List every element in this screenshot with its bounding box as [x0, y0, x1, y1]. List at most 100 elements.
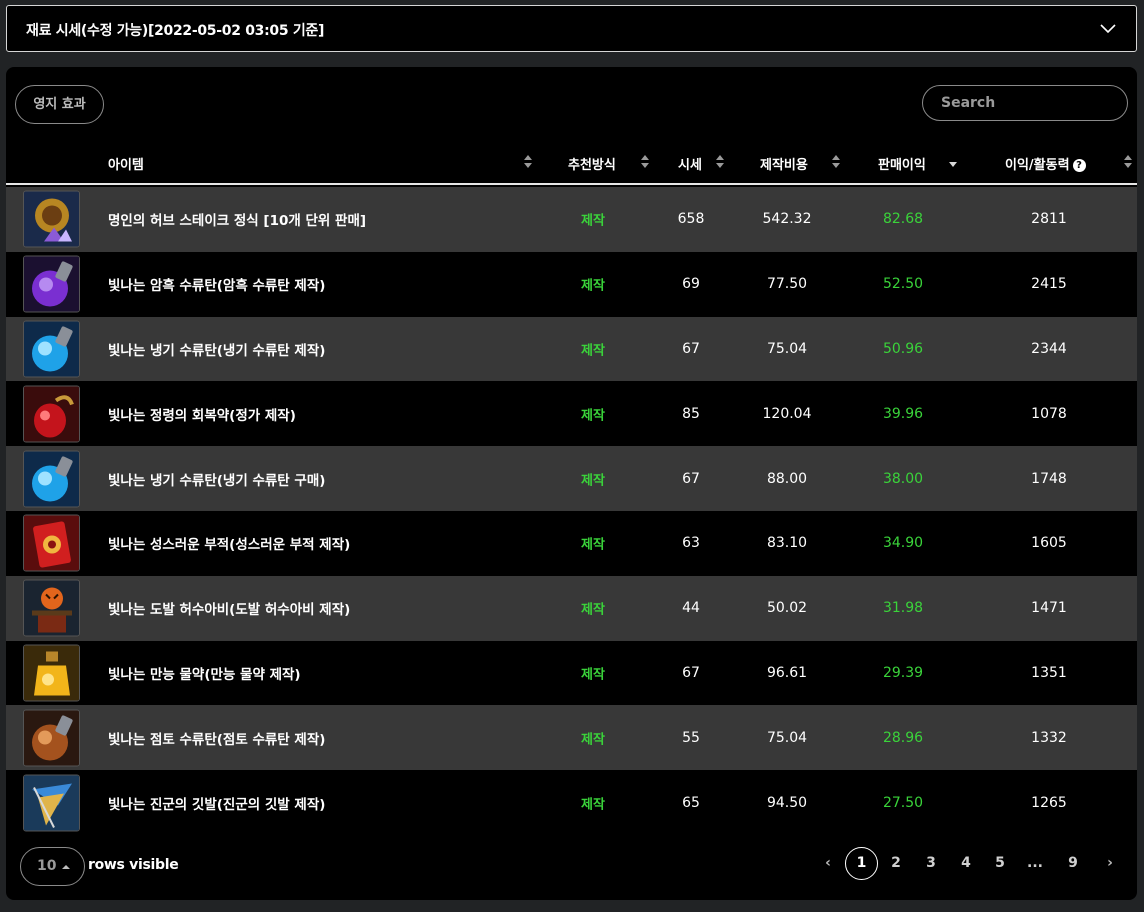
page-button-3[interactable]: 3 — [921, 847, 941, 879]
herb-steak-icon — [23, 190, 80, 248]
method-value: 제작 — [581, 213, 605, 229]
frost-grenade-icon — [23, 450, 80, 508]
ratio-value: 1351 — [1031, 664, 1067, 681]
column-header-ratio[interactable]: 이익/활동력? — [1005, 154, 1086, 173]
panacea-icon — [23, 644, 80, 702]
profit-value: 52.50 — [882, 276, 924, 293]
table-header: 아이템 추천방식 시세 제작비용 판매이익 이익/활동력? — [6, 145, 1137, 185]
price-value: 85 — [682, 405, 700, 422]
scarecrow-icon — [23, 579, 80, 637]
page-ellipsis[interactable]: ... — [1022, 847, 1048, 879]
ratio-value: 2344 — [1031, 340, 1067, 357]
item-name: 빛나는 점토 수류탄(점토 수류탄 제작) — [108, 731, 326, 748]
method-value: 제작 — [581, 408, 605, 424]
ratio-value: 2415 — [1031, 276, 1067, 293]
price-value: 67 — [682, 340, 700, 357]
ratio-value: 1748 — [1031, 470, 1067, 487]
search-input[interactable] — [922, 85, 1128, 121]
profit-value: 28.96 — [882, 729, 924, 746]
price-value: 65 — [682, 794, 700, 811]
table-row[interactable]: 빛나는 암흑 수류탄(암흑 수류탄 제작) 제작 69 77.50 52.50 … — [6, 251, 1137, 317]
sort-desc-icon[interactable] — [949, 162, 957, 167]
sort-icon[interactable] — [716, 155, 724, 169]
method-value: 제작 — [581, 343, 605, 359]
sort-icon[interactable] — [641, 155, 649, 169]
ratio-value: 1265 — [1031, 794, 1067, 811]
cost-value: 120.04 — [762, 405, 812, 422]
spirit-potion-icon — [23, 385, 80, 443]
cost-value: 88.00 — [766, 470, 808, 487]
price-value: 658 — [677, 211, 705, 228]
item-name: 빛나는 성스러운 부적(성스러운 부적 제작) — [108, 537, 351, 554]
march-flag-icon — [23, 774, 80, 832]
rows-per-page-value: 10 — [37, 858, 57, 874]
page-button-2[interactable]: 2 — [886, 847, 906, 879]
price-value: 44 — [682, 600, 700, 617]
page-button-1[interactable]: 1 — [845, 847, 878, 880]
item-name: 빛나는 도발 허수아비(도발 허수아비 제작) — [108, 602, 351, 619]
table-row[interactable]: 빛나는 성스러운 부적(성스러운 부적 제작) 제작 63 83.10 34.9… — [6, 510, 1137, 576]
ratio-value: 1471 — [1031, 600, 1067, 617]
column-header-item[interactable]: 아이템 — [108, 154, 144, 173]
method-value: 제작 — [581, 278, 605, 294]
table-row[interactable]: 빛나는 점토 수류탄(점토 수류탄 제작) 제작 55 75.04 28.96 … — [6, 705, 1137, 771]
price-value: 67 — [682, 664, 700, 681]
method-value: 제작 — [581, 732, 605, 748]
table-row[interactable]: 명인의 허브 스테이크 정식 [10개 단위 판매] 제작 658 542.32… — [6, 187, 1137, 252]
holy-charm-icon — [23, 514, 80, 572]
column-header-price[interactable]: 시세 — [678, 154, 702, 173]
cost-value: 75.04 — [766, 340, 808, 357]
method-value: 제작 — [581, 797, 605, 813]
column-header-cost[interactable]: 제작비용 — [760, 154, 808, 173]
table-row[interactable]: 빛나는 냉기 수류탄(냉기 수류탄 제작) 제작 67 75.04 50.96 … — [6, 316, 1137, 382]
item-name: 빛나는 냉기 수류탄(냉기 수류탄 제작) — [108, 342, 326, 359]
prev-page-button[interactable]: ‹ — [821, 847, 835, 879]
item-name: 빛나는 냉기 수류탄(냉기 수류탄 구매) — [108, 472, 326, 489]
material-price-collapse[interactable]: 재료 시세(수정 가능)[2022-05-02 03:05 기준] — [6, 5, 1137, 52]
item-name: 빛나는 암흑 수류탄(암흑 수류탄 제작) — [108, 278, 326, 295]
rows-visible-label: rows visible — [88, 857, 179, 873]
method-value: 제작 — [581, 602, 605, 618]
column-header-method[interactable]: 추천방식 — [568, 154, 616, 173]
caret-up-icon — [62, 865, 70, 869]
table-row[interactable]: 빛나는 만능 물약(만능 물약 제작) 제작 67 96.61 29.39 13… — [6, 640, 1137, 706]
cost-value: 50.02 — [766, 600, 808, 617]
price-value: 67 — [682, 470, 700, 487]
profit-value: 27.50 — [882, 794, 924, 811]
page-button-4[interactable]: 4 — [956, 847, 976, 879]
clay-grenade-icon — [23, 709, 80, 767]
table-body: 명인의 허브 스테이크 정식 [10개 단위 판매] 제작 658 542.32… — [6, 187, 1137, 835]
profit-value: 31.98 — [882, 600, 924, 617]
next-page-button[interactable]: › — [1103, 847, 1117, 879]
page-button-9[interactable]: 9 — [1063, 847, 1083, 879]
help-icon[interactable]: ? — [1072, 159, 1086, 172]
cost-value: 96.61 — [766, 664, 808, 681]
cost-value: 77.50 — [766, 276, 808, 293]
table-row[interactable]: 빛나는 정령의 회복약(정가 제작) 제작 85 120.04 39.96 10… — [6, 381, 1137, 447]
profit-value: 29.39 — [882, 664, 924, 681]
profit-value: 34.90 — [882, 535, 924, 552]
ratio-value: 1605 — [1031, 535, 1067, 552]
table-row[interactable]: 빛나는 진군의 깃발(진군의 깃발 제작) 제작 65 94.50 27.50 … — [6, 770, 1137, 835]
rows-per-page-select[interactable]: 10 — [20, 847, 85, 886]
collapse-title: 재료 시세(수정 가능)[2022-05-02 03:05 기준] — [26, 23, 325, 39]
ratio-label: 이익/활동력 — [1005, 158, 1070, 173]
table-row[interactable]: 빛나는 도발 허수아비(도발 허수아비 제작) 제작 44 50.02 31.9… — [6, 575, 1137, 641]
item-name: 명인의 허브 스테이크 정식 [10개 단위 판매] — [108, 213, 367, 230]
sort-icon[interactable] — [524, 155, 532, 169]
page-button-5[interactable]: 5 — [990, 847, 1010, 879]
territory-effect-button[interactable]: 영지 효과 — [15, 85, 104, 124]
item-name: 빛나는 만능 물약(만능 물약 제작) — [108, 666, 301, 683]
profit-value: 82.68 — [882, 211, 924, 228]
sort-icon[interactable] — [1124, 155, 1132, 169]
cost-value: 542.32 — [762, 211, 812, 228]
table-row[interactable]: 빛나는 냉기 수류탄(냉기 수류탄 구매) 제작 67 88.00 38.00 … — [6, 446, 1137, 511]
chevron-down-icon[interactable] — [1098, 19, 1118, 39]
profit-value: 38.00 — [882, 470, 924, 487]
profit-value: 50.96 — [882, 340, 924, 357]
profit-table-panel: 영지 효과 아이템 추천방식 시세 제작비용 판매이익 이익/활동력? 명인의 … — [6, 67, 1137, 900]
price-value: 69 — [682, 276, 700, 293]
column-header-profit[interactable]: 판매이익 — [878, 154, 926, 173]
sort-icon[interactable] — [832, 155, 840, 169]
method-value: 제작 — [581, 667, 605, 683]
